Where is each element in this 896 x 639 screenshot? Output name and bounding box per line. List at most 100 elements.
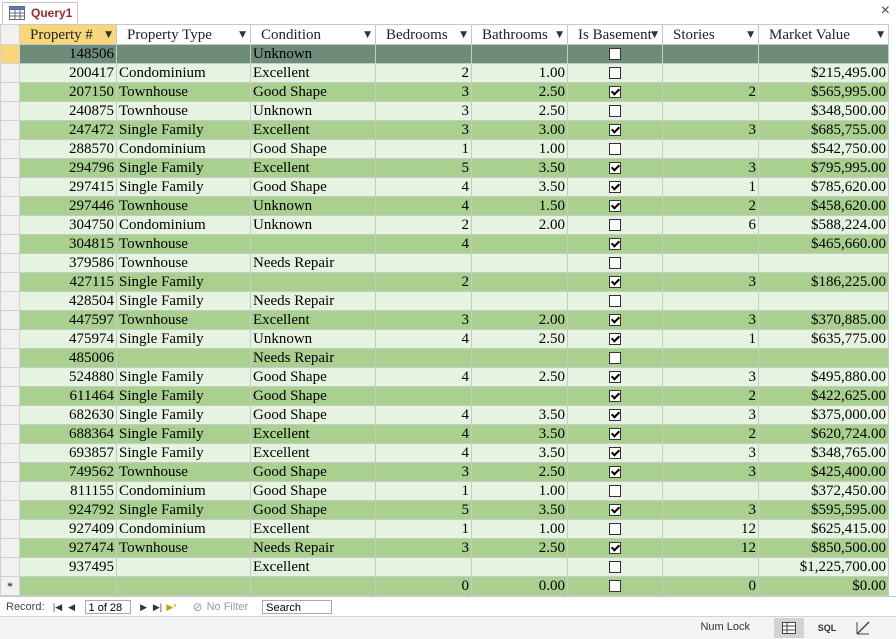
cell-is-basement[interactable] — [567, 481, 663, 501]
last-record-icon[interactable]: ▶| — [151, 602, 165, 613]
cell-stories[interactable]: 2 — [662, 196, 759, 216]
checkbox-checked[interactable] — [609, 427, 621, 440]
cell-property-number[interactable]: 427115 — [19, 272, 117, 292]
cell-bathrooms[interactable]: 2.50 — [471, 462, 568, 482]
checkbox-checked[interactable] — [609, 408, 621, 421]
column-header-bathrooms[interactable]: Bathrooms ▼ — [471, 24, 568, 45]
cell-bedrooms[interactable] — [375, 44, 472, 64]
cell-property-type[interactable]: Single Family — [116, 500, 251, 520]
cell-market-value[interactable]: $370,885.00 — [758, 310, 889, 330]
row-selector[interactable] — [0, 557, 20, 577]
cell-bathrooms[interactable]: 1.00 — [471, 519, 568, 539]
cell-stories[interactable]: 3 — [662, 500, 759, 520]
cell-bathrooms[interactable]: 3.50 — [471, 158, 568, 178]
cell-condition[interactable]: Excellent — [250, 557, 376, 577]
cell-market-value[interactable]: $465,660.00 — [758, 234, 889, 254]
cell-condition[interactable]: Good Shape — [250, 481, 376, 501]
cell-stories[interactable]: 0 — [662, 576, 759, 596]
row-selector[interactable] — [0, 500, 20, 520]
table-row[interactable]: 524880 Single Family Good Shape 4 2.50 3 $495,… — [0, 367, 889, 387]
cell-is-basement[interactable] — [567, 291, 663, 311]
cell-condition[interactable]: Needs Repair — [250, 348, 376, 368]
cell-property-number[interactable]: 304815 — [19, 234, 117, 254]
cell-property-number[interactable] — [19, 576, 117, 596]
cell-property-number[interactable]: 937495 — [19, 557, 117, 577]
cell-is-basement[interactable] — [567, 177, 663, 197]
checkbox-checked[interactable] — [609, 389, 621, 402]
cell-stories[interactable]: 3 — [662, 310, 759, 330]
cell-market-value[interactable]: $625,415.00 — [758, 519, 889, 539]
row-selector[interactable] — [0, 177, 20, 197]
checkbox-checked[interactable] — [609, 161, 621, 174]
cell-bedrooms[interactable]: 3 — [375, 310, 472, 330]
table-row[interactable]: 304750 Condominium Unknown 2 2.00 6 $588,224.0… — [0, 215, 889, 235]
cell-is-basement[interactable] — [567, 234, 663, 254]
column-header-is-basement[interactable]: Is Basement ▼ — [567, 24, 663, 45]
cell-market-value[interactable] — [758, 291, 889, 311]
cell-property-number[interactable]: 294796 — [19, 158, 117, 178]
cell-is-basement[interactable] — [567, 310, 663, 330]
no-filter-button[interactable]: ⊘ No Filter — [193, 600, 249, 614]
cell-bedrooms[interactable]: 4 — [375, 329, 472, 349]
cell-bathrooms[interactable]: 3.50 — [471, 177, 568, 197]
cell-property-number[interactable]: 447597 — [19, 310, 117, 330]
cell-property-type[interactable]: Single Family — [116, 405, 251, 425]
cell-stories[interactable]: 3 — [662, 158, 759, 178]
table-row[interactable]: 447597 Townhouse Excellent 3 2.00 3 $370,885.0… — [0, 310, 889, 330]
cell-property-type[interactable] — [116, 44, 251, 64]
checkbox-unchecked[interactable] — [609, 579, 621, 592]
checkbox-unchecked[interactable] — [609, 484, 621, 497]
cell-property-number[interactable]: 148506 — [19, 44, 117, 64]
cell-market-value[interactable]: $685,755.00 — [758, 120, 889, 140]
table-row[interactable]: 207150 Townhouse Good Shape 3 2.50 2 $565,995.… — [0, 82, 889, 102]
cell-is-basement[interactable] — [567, 139, 663, 159]
cell-stories[interactable] — [662, 481, 759, 501]
row-selector[interactable] — [0, 196, 20, 216]
cell-market-value[interactable]: $795,995.00 — [758, 158, 889, 178]
checkbox-unchecked[interactable] — [609, 351, 621, 364]
cell-stories[interactable]: 3 — [662, 272, 759, 292]
cell-property-type[interactable]: Single Family — [116, 272, 251, 292]
cell-property-number[interactable]: 688364 — [19, 424, 117, 444]
cell-condition[interactable]: Good Shape — [250, 139, 376, 159]
cell-condition[interactable]: Good Shape — [250, 462, 376, 482]
row-selector[interactable] — [0, 139, 20, 159]
cell-bathrooms[interactable]: 1.00 — [471, 139, 568, 159]
sql-view-button[interactable]: SQL — [812, 618, 842, 638]
cell-is-basement[interactable] — [567, 348, 663, 368]
cell-bathrooms[interactable] — [471, 291, 568, 311]
cell-property-type[interactable]: Townhouse — [116, 253, 251, 273]
cell-is-basement[interactable] — [567, 158, 663, 178]
cell-property-type[interactable]: Townhouse — [116, 196, 251, 216]
cell-stories[interactable]: 1 — [662, 329, 759, 349]
cell-condition[interactable]: Excellent — [250, 310, 376, 330]
cell-property-number[interactable]: 682630 — [19, 405, 117, 425]
cell-stories[interactable] — [662, 348, 759, 368]
cell-bathrooms[interactable] — [471, 386, 568, 406]
table-row[interactable]: 428504 Single Family Needs Repair — [0, 291, 889, 311]
cell-stories[interactable] — [662, 253, 759, 273]
query-tab[interactable]: Query1 — [2, 2, 78, 24]
next-record-icon[interactable]: ▶ — [137, 602, 151, 613]
cell-condition[interactable]: Needs Repair — [250, 538, 376, 558]
cell-property-number[interactable]: 207150 — [19, 82, 117, 102]
cell-property-type[interactable]: Townhouse — [116, 310, 251, 330]
checkbox-unchecked[interactable] — [609, 218, 621, 231]
new-record-icon[interactable]: ▶* — [165, 602, 179, 613]
cell-bedrooms[interactable]: 2 — [375, 215, 472, 235]
cell-is-basement[interactable] — [567, 63, 663, 83]
cell-property-number[interactable]: 811155 — [19, 481, 117, 501]
cell-property-number[interactable]: 240875 — [19, 101, 117, 121]
cell-stories[interactable]: 3 — [662, 462, 759, 482]
table-row[interactable]: 304815 Townhouse 4 $465,660.00 — [0, 234, 889, 254]
cell-stories[interactable]: 2 — [662, 82, 759, 102]
cell-property-type[interactable]: Single Family — [116, 177, 251, 197]
row-selector[interactable] — [0, 538, 20, 558]
cell-bedrooms[interactable]: 4 — [375, 196, 472, 216]
cell-bathrooms[interactable]: 3.50 — [471, 500, 568, 520]
checkbox-unchecked[interactable] — [609, 522, 621, 535]
cell-market-value[interactable]: $375,000.00 — [758, 405, 889, 425]
cell-bedrooms[interactable]: 2 — [375, 63, 472, 83]
table-row[interactable]: 688364 Single Family Excellent 4 3.50 2 $620,7… — [0, 424, 889, 444]
cell-stories[interactable] — [662, 291, 759, 311]
